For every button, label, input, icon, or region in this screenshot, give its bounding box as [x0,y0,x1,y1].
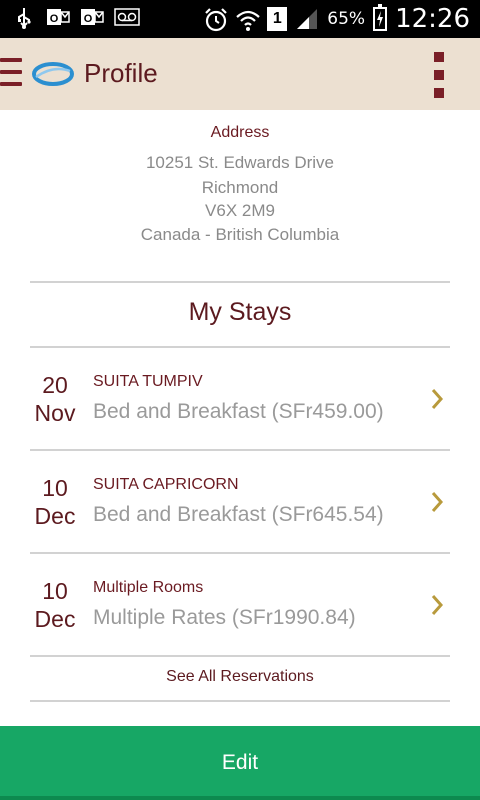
hamburger-menu-icon[interactable] [0,58,22,90]
svg-text:O: O [84,13,93,25]
stay-rate: Multiple Rates (SFr1990.84) [93,606,356,629]
stay-day: 20 [42,372,68,398]
signal-icon [295,7,319,31]
app-bar: Profile [0,38,480,110]
status-bar: O O 1 65% 12:26 [0,0,480,38]
battery-charging-icon [373,4,388,31]
chevron-right-icon [430,491,444,513]
alarm-icon [203,7,228,32]
stay-room-name: Multiple Rooms [93,579,204,596]
stay-room-name: SUITA CAPRICORN [93,476,239,493]
outlook-icon: O [80,6,104,30]
system-icons: 1 65% 12:26 [203,4,470,34]
battery-percent: 65% [327,9,366,29]
address-heading: Address [210,124,270,141]
outlook-icon: O [46,6,70,30]
stay-rate: Bed and Breakfast (SFr459.00) [93,400,384,423]
divider [30,655,450,657]
stay-rate: Bed and Breakfast (SFr645.54) [93,503,384,526]
stay-month: Dec [34,606,76,632]
clock: 12:26 [395,4,470,34]
address-line: 10251 St. Edwards Drive [145,153,335,172]
hotel-logo-icon[interactable] [32,61,74,87]
address-line: Richmond [201,178,279,197]
overflow-menu-icon[interactable] [434,52,444,98]
divider [30,281,450,283]
sim-icon: 1 [267,7,288,31]
svg-text:O: O [50,13,59,25]
edit-button[interactable]: Edit [0,726,480,800]
usb-icon [12,6,36,30]
stay-row[interactable]: 20 Nov SUITA TUMPIV Bed and Breakfast (S… [30,348,450,448]
stay-month: Nov [34,400,76,426]
see-all-reservations-link[interactable]: See All Reservations [0,668,480,686]
stay-month: Dec [34,503,76,529]
stay-row[interactable]: 10 Dec SUITA CAPRICORN Bed and Breakfast… [30,451,450,551]
divider [30,700,450,702]
address-line: V6X 2M9 [205,201,275,220]
stay-row[interactable]: 10 Dec Multiple Rooms Multiple Rates (SF… [30,554,450,654]
wifi-icon [235,7,261,31]
voicemail-icon [114,6,140,30]
address-line: Canada - British Columbia [140,225,340,244]
notification-icons: O O [12,6,140,30]
chevron-right-icon [430,388,444,410]
my-stays-title: My Stays [188,298,292,326]
stay-day: 10 [42,578,68,604]
page-title: Profile [84,58,158,88]
chevron-right-icon [430,594,444,616]
stay-day: 10 [42,475,68,501]
stay-room-name: SUITA TUMPIV [93,373,203,390]
